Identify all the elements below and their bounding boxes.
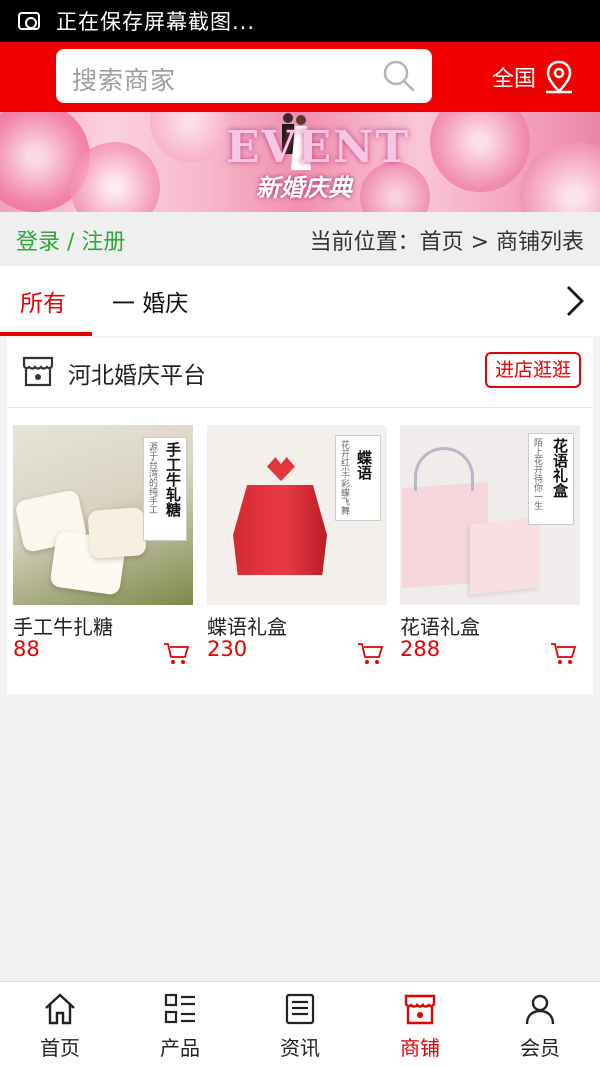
chevron-right-icon[interactable] [560, 284, 588, 318]
product-price: 230 [207, 637, 248, 661]
list-icon [164, 993, 195, 1024]
product-tag-subtitle: 源于台湾的纯手工 [147, 442, 157, 514]
bottom-nav: 首页 产品 资讯 商铺 会员 [0, 981, 600, 1067]
shop-header[interactable]: 河北婚庆平台 进店逛逛 [7, 338, 593, 408]
nav-member[interactable]: 会员 [480, 982, 600, 1067]
user-icon [525, 994, 555, 1025]
product-tag-title: 花语礼盒 [551, 438, 569, 498]
tab-all[interactable]: 所有 [0, 266, 92, 336]
store-icon [22, 356, 54, 387]
region-label: 全国 [492, 67, 537, 92]
product-name[interactable]: 花语礼盒 [400, 611, 480, 640]
login-register-link[interactable]: 登录 / 注册 [16, 224, 125, 256]
product-tag-title: 手工牛轧糖 [164, 442, 182, 517]
status-bar: 正在保存屏幕截图... [0, 0, 600, 42]
product-image[interactable]: 花语礼盒 陌上花开待你一生 [400, 425, 580, 605]
nav-products-label: 产品 [160, 1036, 200, 1060]
search-placeholder: 搜索商家 [72, 66, 177, 95]
breadcrumb-bar: 登录 / 注册 当前位置：首页 > 商铺列表 [0, 212, 600, 266]
tab-wedding[interactable]: 一 婚庆 [112, 284, 188, 318]
breadcrumb: 当前位置：首页 > 商铺列表 [309, 230, 584, 255]
shop-icon [404, 994, 436, 1025]
nav-shops-label: 商铺 [400, 1036, 440, 1060]
header-bar: 搜索商家 全国 [0, 42, 600, 112]
product-name[interactable]: 蝶语礼盒 [207, 611, 287, 640]
product-image[interactable]: 蝶语 花开红尘·彩蝶飞舞 [207, 425, 387, 605]
screenshot-icon [18, 12, 40, 30]
visit-store-button[interactable]: 进店逛逛 [485, 352, 581, 388]
search-input[interactable]: 搜索商家 [56, 49, 432, 103]
category-tabs: 所有 一 婚庆 [0, 266, 600, 336]
tab-active-indicator [0, 332, 92, 336]
banner-title: EVENT [226, 122, 411, 173]
cart-icon[interactable] [550, 641, 576, 665]
nav-home[interactable]: 首页 [0, 982, 120, 1067]
product-tag-subtitle: 陌上花开待你一生 [532, 438, 542, 510]
home-icon [45, 993, 75, 1025]
product-item[interactable]: 花语礼盒 陌上花开待你一生 花语礼盒 288 [400, 425, 580, 685]
cart-icon[interactable] [163, 641, 189, 665]
cart-icon[interactable] [357, 641, 383, 665]
product-tag-subtitle: 花开红尘·彩蝶飞舞 [339, 440, 349, 515]
shop-name: 河北婚庆平台 [68, 363, 206, 389]
status-text: 正在保存屏幕截图... [56, 10, 256, 34]
tab-all-label: 所有 [20, 291, 66, 317]
region-selector[interactable]: 全国 [492, 60, 574, 94]
product-image[interactable]: 手工牛轧糖 源于台湾的纯手工 [13, 425, 193, 605]
promo-banner[interactable]: EVENT 新婚庆典 [0, 112, 600, 212]
location-pin-icon [546, 60, 573, 94]
product-price: 288 [400, 637, 441, 661]
product-tag-title: 蝶语 [355, 450, 373, 480]
product-name[interactable]: 手工牛扎糖 [13, 611, 113, 640]
product-item[interactable]: 手工牛轧糖 源于台湾的纯手工 手工牛扎糖 88 [13, 425, 193, 685]
news-icon [285, 993, 315, 1025]
search-icon[interactable] [382, 59, 416, 93]
nav-shops[interactable]: 商铺 [360, 982, 480, 1067]
nav-news-label: 资讯 [280, 1036, 320, 1060]
nav-news[interactable]: 资讯 [240, 982, 360, 1067]
product-item[interactable]: 蝶语 花开红尘·彩蝶飞舞 蝶语礼盒 230 [207, 425, 387, 685]
shop-card: 河北婚庆平台 进店逛逛 手工牛轧糖 源于台湾的纯手工 手工牛扎糖 88 蝶语 花… [7, 338, 593, 694]
nav-home-label: 首页 [40, 1036, 80, 1060]
product-price: 88 [13, 637, 40, 661]
nav-member-label: 会员 [520, 1036, 560, 1060]
banner-subtitle: 新婚庆典 [256, 173, 352, 202]
nav-products[interactable]: 产品 [120, 982, 240, 1067]
